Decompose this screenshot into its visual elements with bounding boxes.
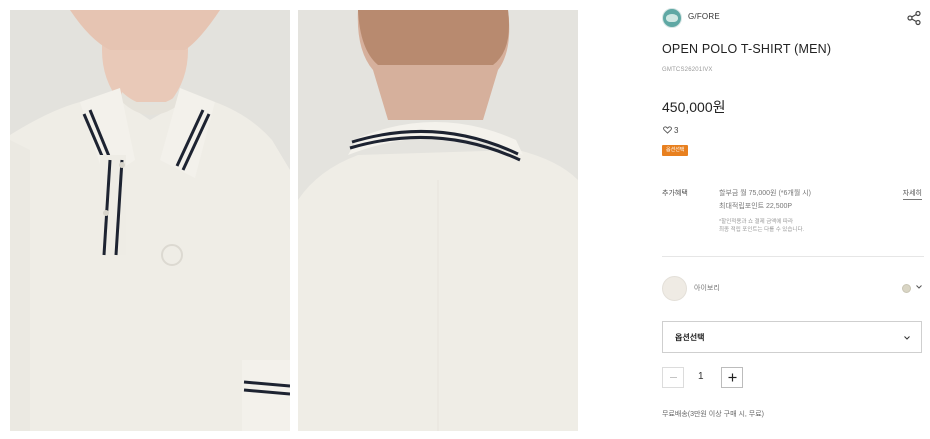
- installment-info: 할부금 월 75,000원 (*6개월 시): [719, 190, 811, 197]
- product-code: GMTCS26201IVX: [662, 67, 713, 73]
- color-name: 아이보리: [694, 285, 720, 292]
- chevron-down-icon: [916, 285, 922, 289]
- brand-name[interactable]: G/FORE: [688, 12, 720, 21]
- divider: [662, 256, 924, 257]
- option-select[interactable]: 옵션선택: [662, 321, 922, 353]
- benefit-detail-link[interactable]: 자세히: [902, 188, 922, 200]
- product-title: OPEN POLO T-SHIRT (MEN): [662, 42, 832, 56]
- share-icon[interactable]: [906, 10, 922, 26]
- shipping-info: 무료배송(3만원 이상 구매 시, 무료): [662, 411, 764, 418]
- plus-icon: [728, 373, 737, 382]
- brand-row: G/FORE: [662, 8, 924, 28]
- product-image-front[interactable]: [10, 10, 290, 431]
- like-button[interactable]: 3: [663, 125, 678, 135]
- minus-icon: [670, 377, 677, 378]
- like-count: 3: [674, 125, 679, 135]
- product-image-back[interactable]: [298, 10, 578, 431]
- brand-logo[interactable]: [662, 8, 682, 28]
- option-badge: 옵션선택: [662, 145, 689, 156]
- color-selector[interactable]: 아이보리: [662, 276, 924, 302]
- quantity-value[interactable]: 1: [698, 371, 704, 382]
- product-price: 450,000원: [662, 99, 726, 115]
- points-info: 최대적립포인트 22,500P: [719, 203, 793, 210]
- quantity-increase-button[interactable]: [721, 367, 743, 388]
- points-note: *할인적용과 쇼 결제 금액에 따라: [719, 219, 794, 225]
- option-select-label: 옵션선택: [675, 333, 705, 342]
- product-gallery: [10, 10, 578, 431]
- chevron-down-icon: [904, 336, 910, 340]
- quantity-decrease-button[interactable]: [662, 367, 684, 388]
- color-swatch: [662, 276, 687, 301]
- heart-icon: [663, 126, 672, 134]
- benefit-label: 추가혜택: [662, 190, 688, 197]
- points-note-2: 최종 적립 포인트는 다를 수 있습니다.: [719, 227, 805, 233]
- product-info-panel: G/FORE OPEN POLO T-SHIRT (MEN) GMTCS2620…: [662, 0, 924, 439]
- color-dot: [902, 284, 911, 293]
